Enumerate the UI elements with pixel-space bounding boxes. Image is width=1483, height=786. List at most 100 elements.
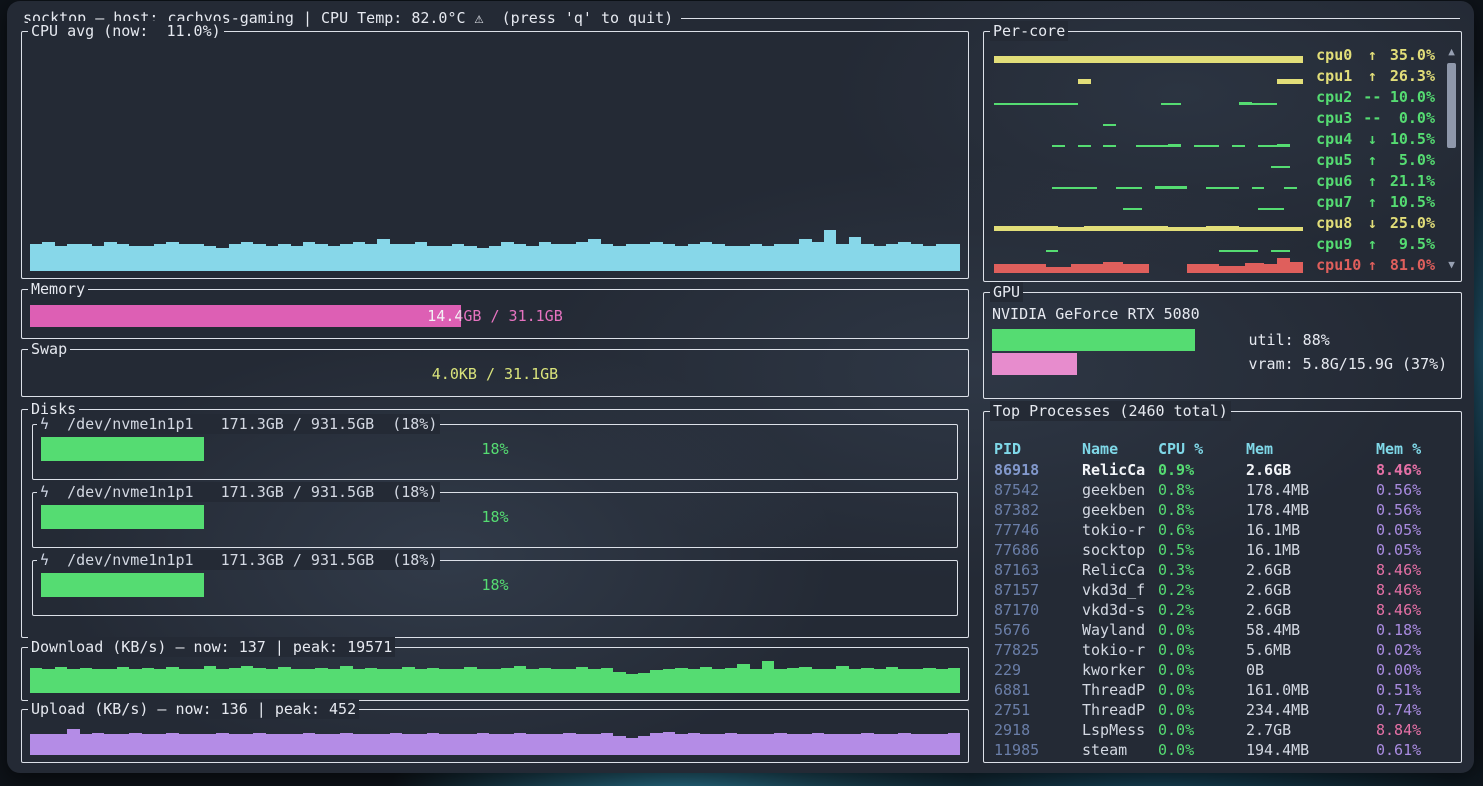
core-row: cpu7↑10.5% <box>992 191 1455 212</box>
cell-cpu: 0.6% <box>1158 521 1246 539</box>
process-header-row: PID Name CPU % Mem Mem % <box>994 438 1453 460</box>
cell-mem: 178.4MB <box>1246 501 1376 519</box>
histogram-bar <box>328 246 340 271</box>
histogram-bar <box>104 242 116 271</box>
scroll-down-icon[interactable]: ▼ <box>1445 259 1458 271</box>
process-row[interactable]: 86918RelicCa0.9%2.6GB8.46% <box>994 460 1453 480</box>
histogram-bar <box>266 246 278 271</box>
cell-pid: 2751 <box>994 701 1082 719</box>
memory-panel: Memory 14.4GB / 31.1GB 14.4GB / 31.1GB <box>21 289 969 339</box>
spark-segment <box>1206 226 1238 231</box>
histogram-bar <box>737 664 749 693</box>
histogram-bar <box>936 669 948 693</box>
cpu-avg-panel: CPU avg (now: 11.0%) <box>21 31 969 279</box>
histogram-bar <box>489 669 501 693</box>
spark-segment <box>1058 227 1084 231</box>
histogram-bar <box>315 668 327 693</box>
histogram-bar <box>613 246 625 271</box>
histogram-bar <box>390 733 402 755</box>
core-row: cpu4↓10.5% <box>992 128 1455 149</box>
histogram-bar <box>898 733 910 755</box>
histogram-bar <box>762 246 774 271</box>
spark-segment <box>1078 79 1091 84</box>
spark-segment <box>994 103 1078 105</box>
process-row[interactable]: 87542geekben0.8%178.4MB0.56% <box>994 480 1453 500</box>
cell-cpu: 0.2% <box>1158 601 1246 619</box>
process-row[interactable]: 2751ThreadP0.0%234.4MB0.74% <box>994 700 1453 720</box>
histogram-bar <box>750 244 762 271</box>
scroll-thumb[interactable] <box>1447 63 1456 148</box>
histogram-bar <box>55 246 67 271</box>
histogram-bar <box>291 246 303 271</box>
left-column: CPU avg (now: 11.0%) Memory 14.4GB / 31.… <box>21 31 969 763</box>
histogram-bar <box>477 733 489 755</box>
core-percent: 10.5% <box>1385 193 1435 211</box>
histogram-bar <box>241 666 253 693</box>
histogram-bar <box>886 667 898 693</box>
histogram-bar <box>812 669 824 693</box>
histogram-bar <box>836 244 848 271</box>
process-row[interactable]: 87157vkd3d_f0.2%2.6GB8.46% <box>994 580 1453 600</box>
process-row[interactable]: 87170vkd3d-s0.2%2.6GB8.46% <box>994 600 1453 620</box>
core-sparkline <box>994 234 1303 252</box>
gpu-vram-label: vram: 5.8G/15.9G (37%) <box>1249 355 1448 373</box>
process-row[interactable]: 11985steam0.0%194.4MB0.61% <box>994 740 1453 760</box>
core-row: cpu9↑ 9.5% <box>992 233 1455 254</box>
histogram-bar <box>129 733 141 755</box>
process-row[interactable]: 5676Wayland0.0%58.4MB0.18% <box>994 620 1453 640</box>
cell-mem-pct: 0.56% <box>1376 501 1453 519</box>
core-sparkline <box>994 255 1303 273</box>
process-row[interactable]: 77686socktop0.5%16.1MB0.05% <box>994 540 1453 560</box>
histogram-bar <box>725 668 737 693</box>
cell-pid: 77746 <box>994 521 1082 539</box>
histogram-bar <box>229 244 241 271</box>
histogram-bar <box>799 734 811 755</box>
disk-flash-icon: ϟ <box>40 483 49 501</box>
process-row[interactable]: 2918LspMess0.0%2.7GB8.84% <box>994 720 1453 740</box>
gpu-title: GPU <box>990 282 1023 302</box>
process-row[interactable]: 87382geekben0.8%178.4MB0.56% <box>994 500 1453 520</box>
core-trend-icon: ↑ <box>1363 235 1381 253</box>
scroll-up-icon[interactable]: ▲ <box>1445 46 1458 58</box>
cell-pid: 87157 <box>994 581 1082 599</box>
cell-name: geekben <box>1082 501 1158 519</box>
spark-segment <box>1277 258 1290 273</box>
histogram-bar <box>104 734 116 755</box>
disk-title: ϟ /dev/nvme1n1p1 171.3GB / 931.5GB (18%) <box>37 550 440 570</box>
histogram-bar <box>911 244 923 271</box>
histogram-bar <box>439 669 451 693</box>
histogram-bar <box>353 242 365 271</box>
histogram-bar <box>539 734 551 755</box>
process-row[interactable]: 77746tokio-r0.6%16.1MB0.05% <box>994 520 1453 540</box>
histogram-bar <box>576 734 588 755</box>
histogram-bar <box>179 734 191 755</box>
process-row[interactable]: 6881ThreadP0.0%161.0MB0.51% <box>994 680 1453 700</box>
spark-segment <box>1161 103 1180 105</box>
cell-mem-pct: 8.46% <box>1376 461 1453 479</box>
histogram-bar <box>936 244 948 271</box>
spark-segment <box>1052 145 1065 147</box>
histogram-bar <box>142 734 154 755</box>
histogram-bar <box>874 669 886 693</box>
histogram-bar <box>415 734 427 755</box>
histogram-bar <box>154 734 166 755</box>
process-row[interactable]: 77825tokio-r0.0%5.6MB0.02% <box>994 640 1453 660</box>
histogram-bar <box>898 669 910 693</box>
process-row[interactable]: 229kworker0.0%0B0.00% <box>994 660 1453 680</box>
cell-mem-pct: 0.18% <box>1376 621 1453 639</box>
disk-device: /dev/nvme1n1p1 <box>49 483 194 501</box>
process-row[interactable]: 87163RelicCa0.3%2.6GB8.46% <box>994 560 1453 580</box>
histogram-bar <box>663 244 675 271</box>
histogram-bar <box>898 242 910 271</box>
core-sparkline <box>994 87 1303 105</box>
histogram-bar <box>638 736 650 755</box>
disks-panel: Disks ϟ /dev/nvme1n1p1 171.3GB / 931.5GB… <box>21 409 969 637</box>
core-name: cpu0 <box>1316 46 1361 64</box>
cell-mem: 0B <box>1246 661 1376 679</box>
histogram-bar <box>551 244 563 271</box>
per-core-scrollbar[interactable]: ▲ ▼ <box>1445 46 1458 271</box>
histogram-bar <box>179 244 191 271</box>
core-row: cpu6↑21.1% <box>992 170 1455 191</box>
histogram-bar <box>42 242 54 271</box>
core-percent: 0.0% <box>1385 109 1435 127</box>
